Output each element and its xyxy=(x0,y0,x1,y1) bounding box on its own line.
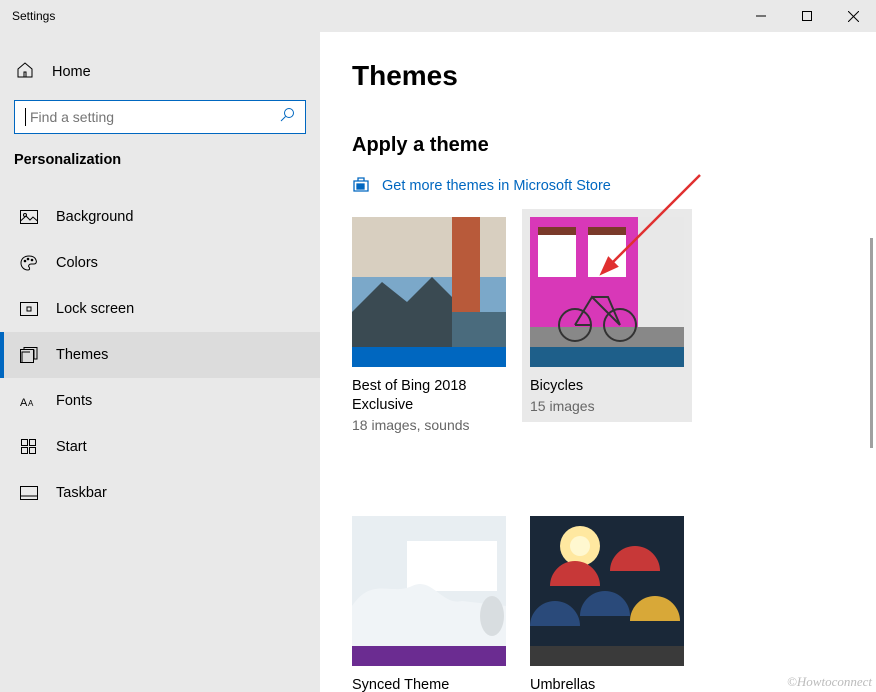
home-icon xyxy=(16,61,34,84)
theme-thumbnail xyxy=(530,516,684,666)
themes-icon xyxy=(20,347,38,363)
minimize-button[interactable] xyxy=(738,0,784,32)
theme-name: Umbrellas xyxy=(530,676,684,692)
theme-thumbnail xyxy=(352,516,506,666)
sidebar-item-colors[interactable]: Colors xyxy=(0,240,320,286)
store-link-text: Get more themes in Microsoft Store xyxy=(382,178,611,194)
store-icon xyxy=(352,175,370,197)
start-icon xyxy=(20,439,38,455)
home-nav[interactable]: Home xyxy=(0,52,320,92)
search-icon xyxy=(279,107,295,128)
sidebar-item-label: Taskbar xyxy=(56,485,107,501)
theme-card-bicycles[interactable]: Bicycles 15 images xyxy=(522,209,692,422)
sidebar-item-fonts[interactable]: AA Fonts xyxy=(0,378,320,424)
theme-thumbnail xyxy=(352,217,506,367)
sidebar-item-themes[interactable]: Themes xyxy=(0,332,320,378)
fonts-icon: AA xyxy=(20,394,38,408)
theme-card-synced[interactable]: Synced Theme xyxy=(352,516,506,692)
search-field[interactable] xyxy=(28,108,279,126)
sidebar-item-start[interactable]: Start xyxy=(0,424,320,470)
maximize-button[interactable] xyxy=(784,0,830,32)
section-title: Personalization xyxy=(0,152,320,168)
svg-text:A: A xyxy=(20,397,28,408)
sidebar-item-label: Lock screen xyxy=(56,301,134,317)
sidebar-item-label: Fonts xyxy=(56,393,92,409)
section-heading: Apply a theme xyxy=(352,134,844,157)
theme-accent-strip xyxy=(352,646,506,666)
titlebar: Settings xyxy=(0,0,876,32)
sidebar-item-label: Themes xyxy=(56,347,108,363)
store-link[interactable]: Get more themes in Microsoft Store xyxy=(352,175,844,197)
home-label: Home xyxy=(52,64,91,80)
taskbar-icon xyxy=(20,486,38,500)
watermark: ©Howtoconnect xyxy=(787,674,872,690)
text-caret xyxy=(25,108,26,126)
theme-meta: 15 images xyxy=(530,398,684,414)
theme-meta: 18 images, sounds xyxy=(352,417,506,433)
image-icon xyxy=(20,210,38,224)
theme-accent-strip xyxy=(352,347,506,367)
sidebar-item-label: Background xyxy=(56,209,133,225)
theme-accent-strip xyxy=(530,347,684,367)
theme-name: Synced Theme xyxy=(352,676,506,692)
sidebar-item-taskbar[interactable]: Taskbar xyxy=(0,470,320,516)
svg-text:A: A xyxy=(28,399,34,408)
search-input[interactable] xyxy=(14,100,306,134)
theme-name: Bicycles xyxy=(530,377,684,396)
page-title: Themes xyxy=(352,60,844,92)
theme-accent-strip xyxy=(530,646,684,666)
sidebar-item-lockscreen[interactable]: Lock screen xyxy=(0,286,320,332)
theme-thumbnail xyxy=(530,217,684,367)
window-title: Settings xyxy=(0,9,738,23)
sidebar-item-background[interactable]: Background xyxy=(0,194,320,240)
sidebar: Home Personalization Background Colors xyxy=(0,32,320,692)
sidebar-item-label: Colors xyxy=(56,255,98,271)
content-area: Themes Apply a theme Get more themes in … xyxy=(320,32,876,692)
theme-card-bestofbing[interactable]: Best of Bing 2018 Exclusive 18 images, s… xyxy=(352,217,506,452)
scrollbar[interactable] xyxy=(870,238,873,448)
palette-icon xyxy=(20,255,38,271)
theme-card-umbrellas[interactable]: Umbrellas xyxy=(530,516,684,692)
lockscreen-icon xyxy=(20,302,38,316)
sidebar-item-label: Start xyxy=(56,439,87,455)
close-button[interactable] xyxy=(830,0,876,32)
theme-name: Best of Bing 2018 Exclusive xyxy=(352,377,506,415)
